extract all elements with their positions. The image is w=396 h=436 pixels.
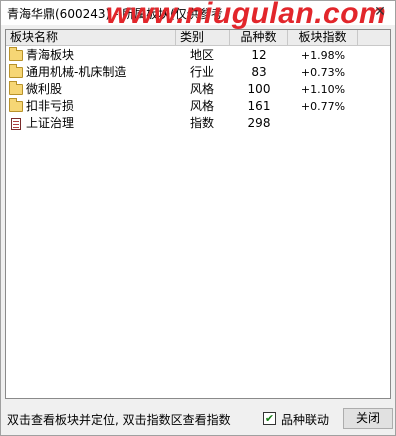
- sector-count: 100: [247, 82, 271, 96]
- sector-type: 风格: [190, 82, 215, 96]
- title-bar: 青海华鼎(600243) - 所属板块(仅供参考 www.niugulan.co…: [1, 0, 395, 30]
- sector-type: 风格: [190, 99, 215, 113]
- sector-index: +1.10%: [300, 83, 346, 96]
- column-header-spacer: [358, 30, 390, 46]
- folder-icon: [9, 64, 23, 78]
- list-item[interactable]: 上证治理 指数 298: [6, 115, 390, 132]
- sector-index: [288, 115, 358, 132]
- folder-icon: [9, 81, 23, 95]
- document-icon: [11, 117, 21, 130]
- sector-name: 扣非亏损: [26, 99, 75, 113]
- hint-text: 双击查看板块并定位, 双击指数区查看指数: [7, 413, 231, 427]
- sector-count: 12: [251, 48, 267, 62]
- sector-name: 青海板块: [26, 48, 75, 62]
- list-item[interactable]: 青海板块 地区 12 +1.98%: [6, 47, 390, 64]
- folder-icon: [9, 47, 23, 61]
- list-rows: 青海板块 地区 12 +1.98% 通用机械-机床制造 行业 83 +0.73%…: [6, 47, 390, 132]
- watermark-text: www.niugulan.com: [106, 0, 387, 30]
- column-header-count[interactable]: 品种数: [230, 30, 288, 46]
- column-header-index[interactable]: 板块指数: [288, 30, 358, 46]
- sector-dialog: 青海华鼎(600243) - 所属板块(仅供参考 www.niugulan.co…: [0, 0, 396, 436]
- sector-list[interactable]: 板块名称 类别 品种数 板块指数 青海板块 地区 12 +1.98% 通用机械-…: [5, 29, 391, 399]
- folder-icon: [9, 98, 23, 112]
- sector-index: +0.77%: [300, 100, 346, 113]
- link-stocks-label[interactable]: 品种联动: [281, 411, 329, 428]
- list-item[interactable]: 通用机械-机床制造 行业 83 +0.73%: [6, 64, 390, 81]
- sector-name: 上证治理: [26, 116, 75, 130]
- sector-count: 298: [247, 116, 271, 130]
- sector-name: 通用机械-机床制造: [26, 65, 127, 79]
- sector-type: 行业: [190, 65, 215, 79]
- sector-name: 微利股: [26, 82, 63, 96]
- sector-index: +0.73%: [300, 66, 346, 79]
- list-item[interactable]: 微利股 风格 100 +1.10%: [6, 81, 390, 98]
- sector-index: +1.98%: [300, 49, 346, 62]
- close-button[interactable]: 关闭: [343, 408, 393, 429]
- sector-type: 指数: [190, 116, 215, 130]
- link-stocks-checkbox[interactable]: ✔: [263, 412, 276, 425]
- sector-type: 地区: [190, 48, 215, 62]
- dialog-footer: 双击查看板块并定位, 双击指数区查看指数 ✔ 品种联动 关闭: [5, 407, 393, 431]
- list-item[interactable]: 扣非亏损 风格 161 +0.77%: [6, 98, 390, 115]
- close-icon[interactable]: ✕: [371, 3, 389, 21]
- column-header-name[interactable]: 板块名称: [6, 30, 176, 46]
- sector-count: 83: [251, 65, 267, 79]
- list-header: 板块名称 类别 品种数 板块指数: [6, 30, 390, 46]
- column-header-type[interactable]: 类别: [176, 30, 230, 46]
- sector-count: 161: [247, 99, 271, 113]
